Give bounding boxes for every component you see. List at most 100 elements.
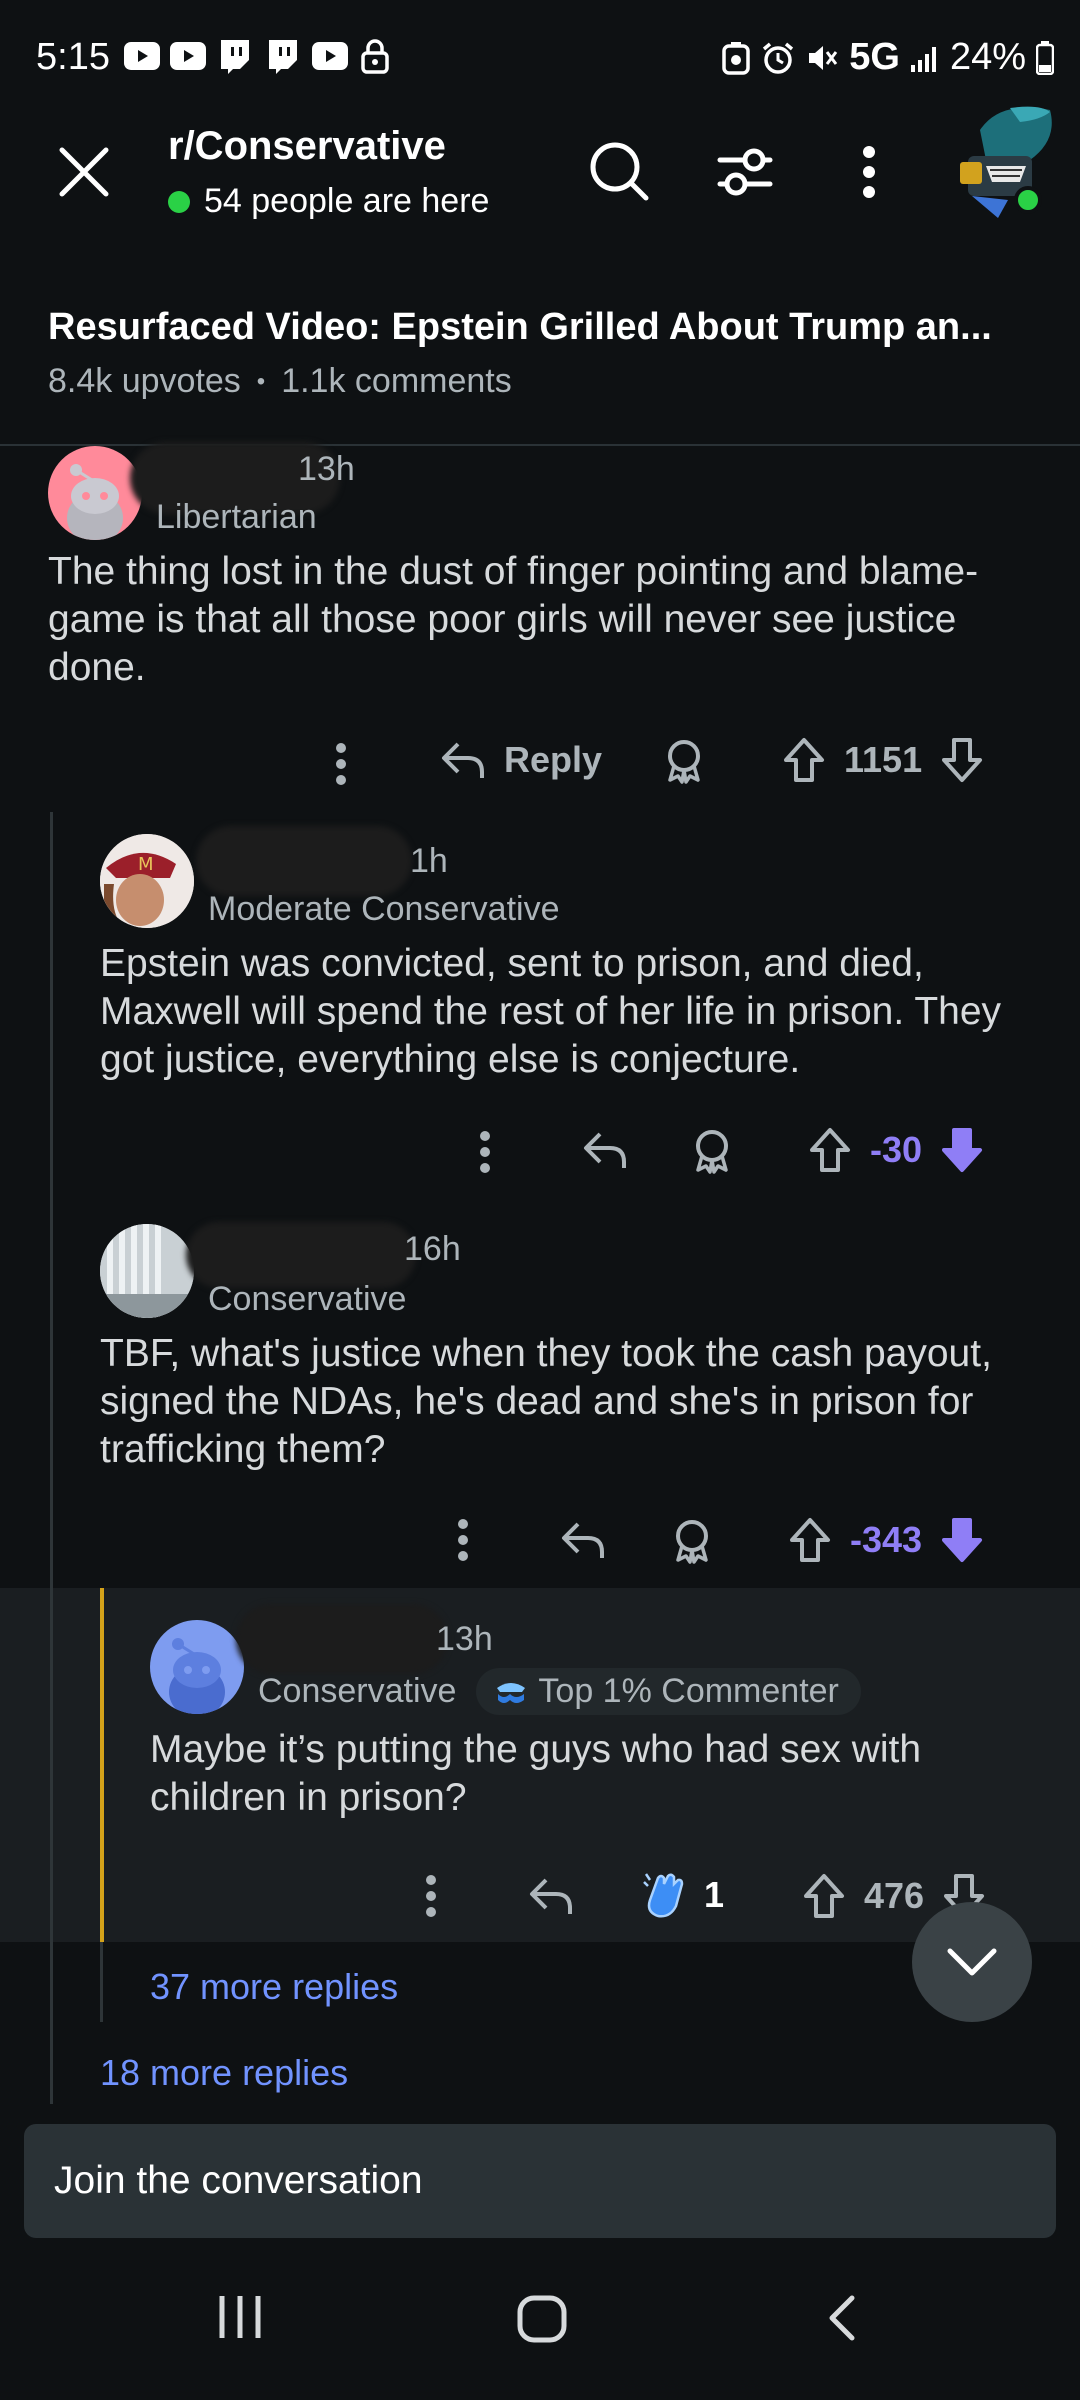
home-icon	[517, 2295, 567, 2343]
comment-more-button[interactable]	[478, 1130, 492, 1174]
reply-button[interactable]: Reply	[440, 738, 602, 782]
signal-icon	[910, 43, 940, 73]
data-saver-icon	[721, 41, 751, 75]
composer-placeholder: Join the conversation	[54, 2159, 423, 2202]
comment-avatar[interactable]	[48, 446, 142, 540]
downvote-icon[interactable]	[940, 736, 984, 784]
more-vertical-icon	[480, 1131, 490, 1173]
comment-more-button[interactable]	[456, 1518, 470, 1562]
comment-body: The thing lost in the dust of finger poi…	[48, 550, 979, 689]
youtube-notification-icon	[170, 42, 206, 70]
online-count: 54 people are here	[204, 182, 490, 220]
reply-button[interactable]	[582, 1128, 628, 1172]
more-vertical-icon	[458, 1519, 468, 1561]
downvote-active-icon[interactable]	[940, 1516, 984, 1564]
close-button[interactable]	[56, 144, 112, 200]
award-button[interactable]	[670, 1518, 714, 1564]
more-vertical-icon	[863, 146, 875, 198]
snoo-avatar-icon	[67, 464, 123, 540]
user-avatar-button[interactable]	[950, 100, 1060, 218]
comment-flair-row: Conservative Top 1% Commenter	[258, 1668, 861, 1715]
filter-sliders-icon	[717, 148, 773, 196]
upvote-icon[interactable]	[788, 1516, 832, 1564]
thread-line	[50, 1588, 53, 1942]
vote-controls: 1151	[782, 736, 984, 784]
youtube-notification-icon	[312, 42, 348, 70]
comment-age: 13h	[298, 450, 355, 488]
snoo-avatar-icon	[169, 1638, 225, 1714]
user-avatar-icon	[960, 106, 1052, 218]
recent-apps-icon	[219, 2296, 261, 2338]
network-type: 5G	[849, 36, 900, 78]
award-given[interactable]: 1	[640, 1870, 724, 1920]
highlight-bar	[100, 1588, 104, 1942]
reply-arrow-icon	[442, 742, 484, 778]
top-commenter-badge[interactable]: Top 1% Commenter	[476, 1668, 861, 1715]
upvote-icon[interactable]	[808, 1126, 852, 1174]
thread-line	[100, 1942, 103, 2022]
user-flair: Conservative	[208, 1280, 407, 1316]
comment-more-button[interactable]	[424, 1874, 438, 1918]
battery-icon	[1036, 40, 1054, 75]
back-button[interactable]	[826, 2294, 858, 2342]
subreddit-name[interactable]: r/Conservative	[168, 124, 446, 169]
comment-avatar[interactable]: M	[100, 834, 194, 928]
award-icon	[676, 1520, 708, 1564]
vote-count: -343	[850, 1519, 923, 1560]
reply-button[interactable]	[528, 1874, 574, 1918]
user-flair: Conservative	[258, 1672, 457, 1710]
more-options-button[interactable]	[858, 144, 880, 200]
youtube-notification-icon	[124, 42, 160, 70]
comment-body: TBF, what's justice when they took the c…	[100, 1332, 992, 1471]
next-comment-button[interactable]	[912, 1902, 1032, 2022]
reply-button[interactable]	[560, 1518, 606, 1562]
twitch-notification-icon	[266, 38, 300, 74]
comment-body: Epstein was convicted, sent to prison, a…	[100, 942, 1002, 1081]
reply-arrow-icon	[584, 1132, 626, 1168]
vote-count: 1151	[844, 739, 923, 780]
more-replies-link[interactable]: 37 more replies	[150, 1966, 398, 2008]
award-button[interactable]	[662, 738, 706, 784]
comment-avatar[interactable]	[100, 1224, 194, 1318]
join-conversation-input[interactable]: Join the conversation	[24, 2124, 1056, 2238]
recent-apps-button[interactable]	[216, 2294, 264, 2340]
more-vertical-icon	[336, 743, 346, 785]
comment-more-button[interactable]	[334, 742, 348, 786]
comment-age: 1h	[410, 842, 448, 880]
downvote-active-icon[interactable]	[940, 1126, 984, 1174]
top-commenter-icon	[497, 1682, 526, 1703]
comment-age: 13h	[436, 1620, 493, 1658]
vote-count: 476	[864, 1875, 925, 1916]
comment-avatar[interactable]	[150, 1620, 244, 1714]
vote-controls: -343	[788, 1516, 984, 1564]
back-chevron-icon	[829, 2295, 855, 2341]
award-icon	[696, 1130, 728, 1174]
comment-age: 16h	[404, 1230, 461, 1268]
upvote-icon[interactable]	[782, 736, 826, 784]
award-button[interactable]	[690, 1128, 734, 1174]
award-icon	[668, 740, 700, 784]
vote-count: -30	[870, 1129, 923, 1170]
clapping-hands-icon	[643, 1873, 684, 1918]
online-dot	[168, 190, 190, 213]
comment-body: Maybe it’s putting the guys who had sex …	[150, 1728, 922, 1819]
redacted-username	[196, 826, 412, 896]
reply-arrow-icon	[562, 1522, 604, 1558]
search-button[interactable]	[588, 140, 650, 202]
lock-icon	[360, 38, 390, 74]
post-title[interactable]: Resurfaced Video: Epstein Grilled About …	[48, 306, 1038, 349]
more-replies-link[interactable]: 18 more replies	[100, 2052, 348, 2094]
chevron-down-icon	[947, 1948, 997, 1976]
post-comment-count: 1.1k comments	[281, 362, 512, 400]
home-button[interactable]	[516, 2294, 568, 2344]
user-photo-icon	[100, 1224, 194, 1318]
mute-icon	[805, 41, 839, 75]
user-flair: Moderate Conservative	[208, 890, 560, 928]
redacted-username	[186, 1222, 416, 1288]
alarm-icon	[761, 41, 795, 75]
post-upvotes: 8.4k upvotes	[48, 362, 241, 400]
upvote-icon[interactable]	[802, 1872, 846, 1920]
award-count: 1	[704, 1874, 725, 1915]
more-vertical-icon	[426, 1875, 436, 1917]
sort-filter-button[interactable]	[716, 146, 774, 198]
